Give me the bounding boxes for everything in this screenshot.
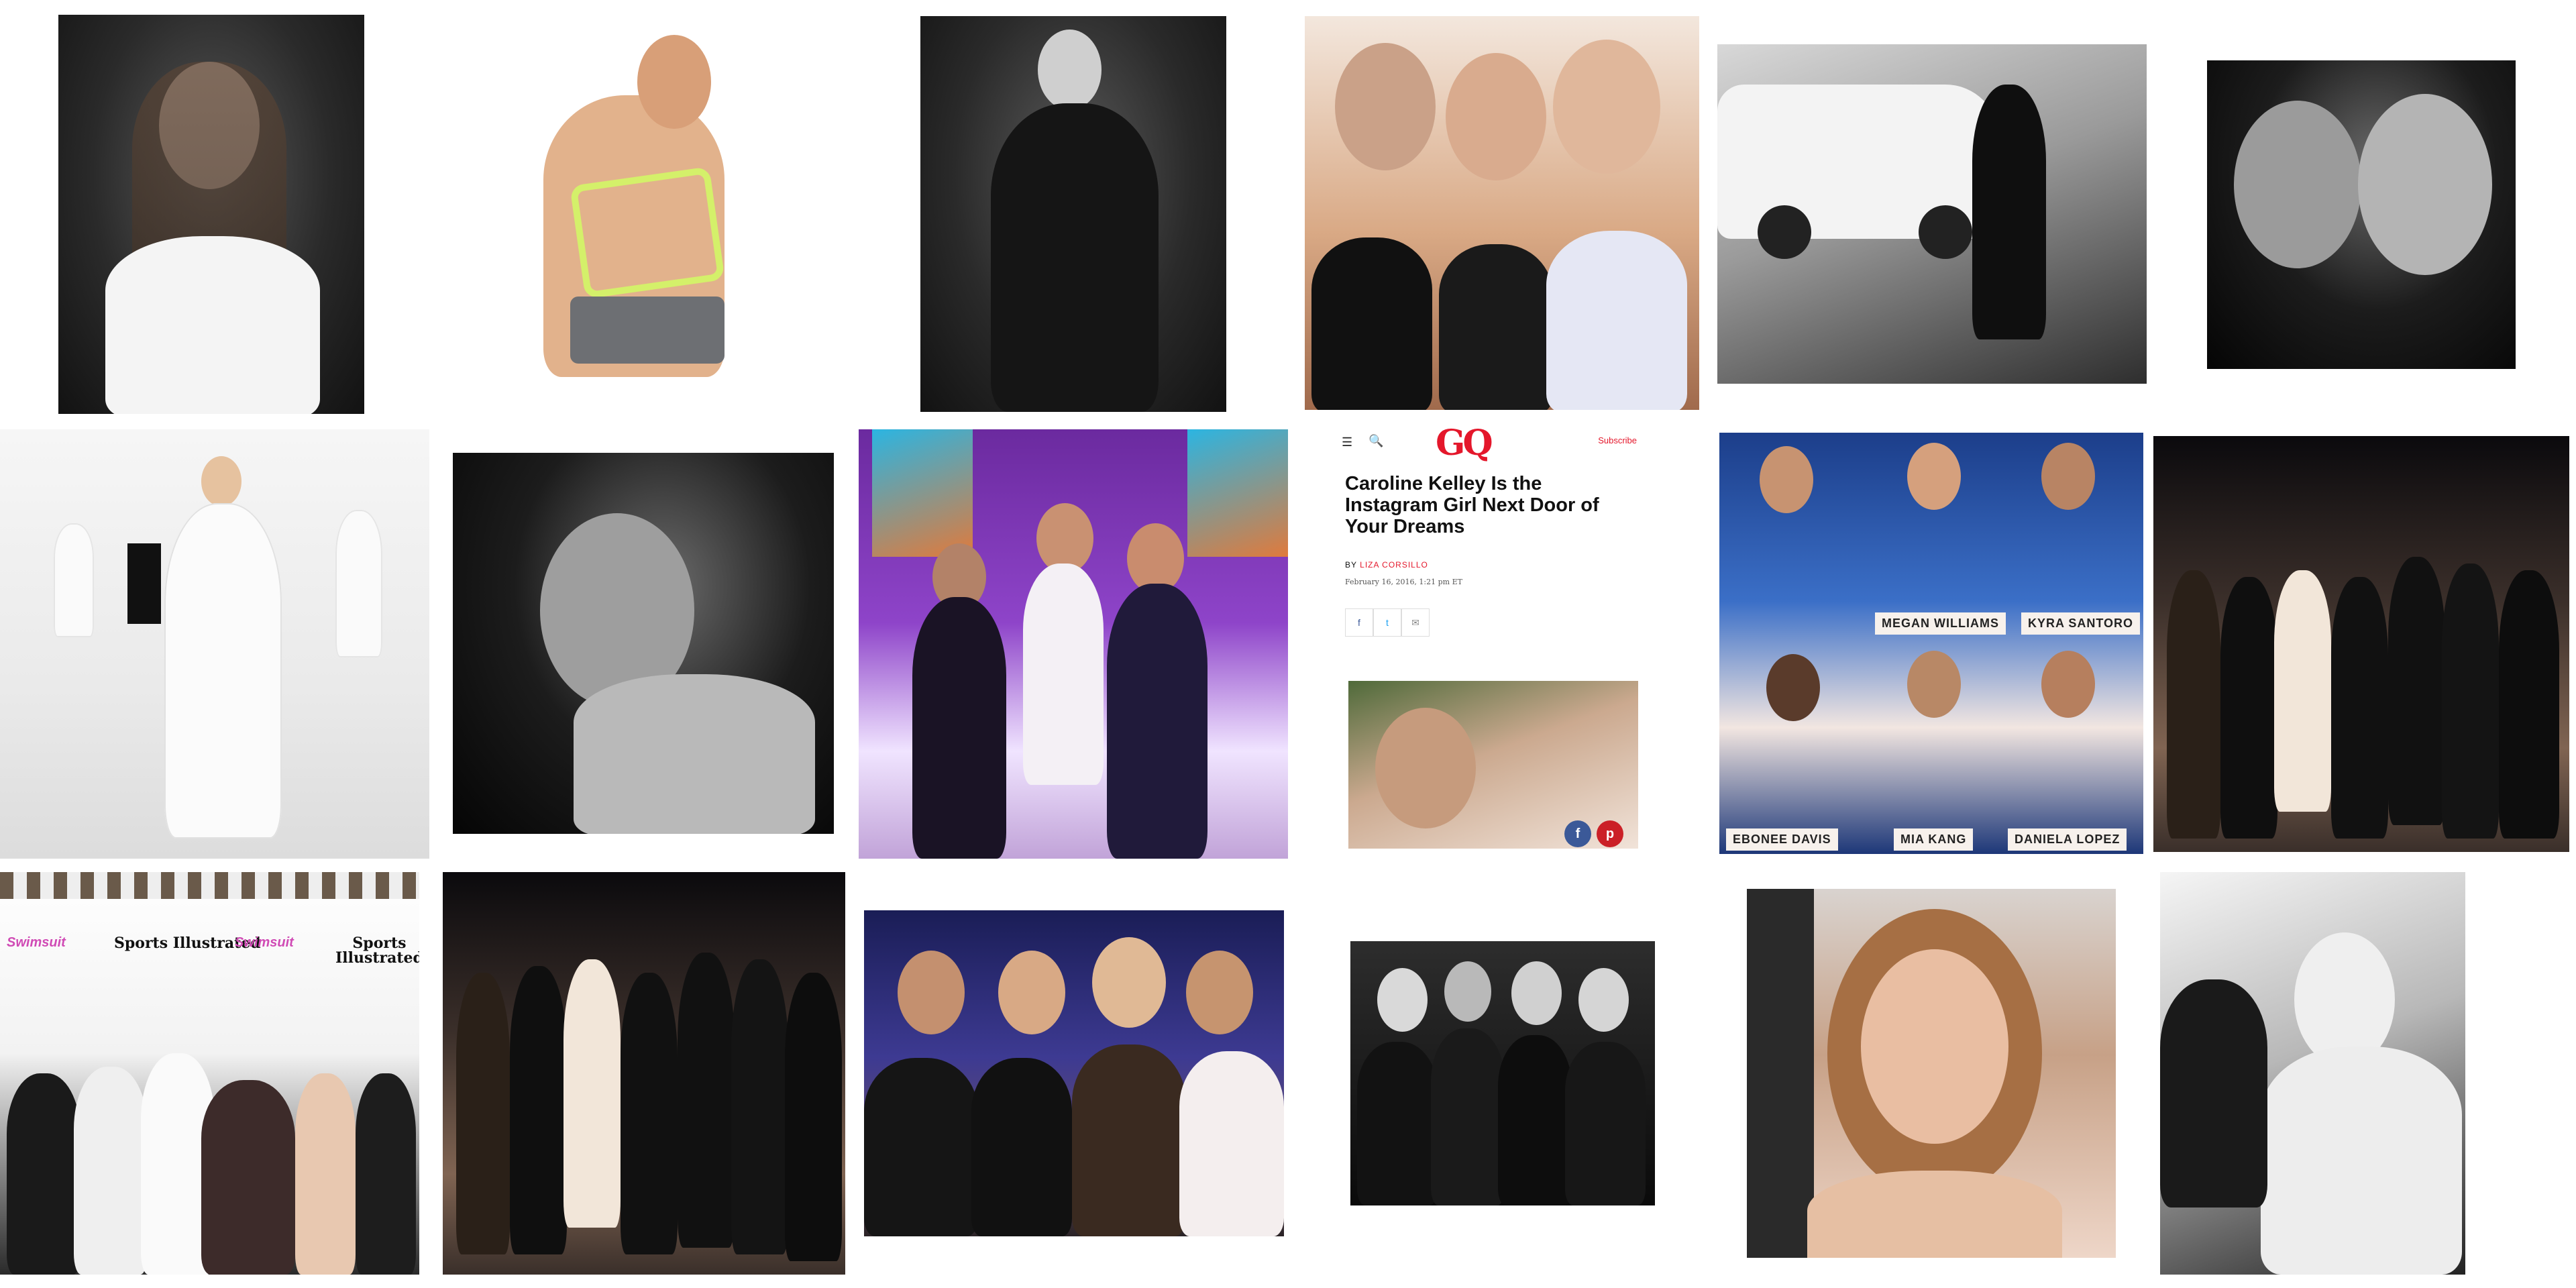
backdrop-logo: Swimsuit (7, 935, 66, 950)
signing-event-collage: MEGAN WILLIAMS KYRA SANTORO EBONEE DAVIS… (1719, 433, 2143, 854)
image-tile-2[interactable] (483, 15, 785, 415)
bw-group-photo (1350, 941, 1655, 1205)
name-plate: MEGAN WILLIAMS (1875, 612, 2006, 635)
group-lounge-photo (443, 872, 845, 1275)
search-icon[interactable]: 🔍 (1368, 434, 1383, 448)
twitter-share-icon[interactable]: t (1373, 608, 1401, 637)
sports-bra-photo (483, 15, 785, 415)
facebook-icon[interactable]: f (1564, 820, 1591, 847)
image-tile-14[interactable] (864, 910, 1284, 1236)
image-tile-8[interactable] (453, 453, 834, 834)
article-date: February 16, 2016, 1:21 pm ET (1345, 578, 1462, 586)
makeup-bw-photo (2160, 872, 2465, 1275)
byline-prefix: BY (1345, 560, 1357, 570)
three-women-photo (1305, 16, 1699, 410)
selfie-portrait-photo (1747, 889, 2116, 1258)
email-share-icon[interactable]: ✉ (1401, 608, 1430, 637)
subscribe-link[interactable]: Subscribe (1598, 435, 1637, 445)
image-tile-3[interactable] (920, 16, 1226, 412)
name-plate: DANIELA LOPEZ (2008, 828, 2127, 851)
name-plate: MIA KANG (1894, 828, 1974, 851)
white-suit-photo (0, 429, 429, 859)
portrait-photo (58, 15, 364, 414)
facebook-share-icon[interactable]: f (1345, 608, 1373, 637)
image-tile-7[interactable] (0, 429, 429, 859)
taxi-street-photo (1717, 44, 2147, 384)
sports-illustrated-press-photo: Swimsuit Sports Illustrated Swimsuit Spo… (0, 872, 419, 1275)
image-tile-17[interactable] (2160, 872, 2465, 1275)
image-tile-11[interactable] (2153, 436, 2569, 852)
image-tile-15[interactable] (1350, 941, 1655, 1205)
image-tile-5[interactable] (1717, 44, 2147, 384)
image-tile-16[interactable] (1747, 889, 2116, 1258)
four-women-night-photo (864, 910, 1284, 1236)
backdrop-logo: Swimsuit (235, 935, 294, 950)
article-byline: BY LIZA CORSILLO (1345, 560, 1428, 570)
name-plate: KYRA SANTORO (2021, 612, 2141, 635)
image-tile-6[interactable] (2207, 60, 2516, 369)
gallery-three-women-photo (859, 429, 1288, 859)
image-tile-10[interactable]: MEGAN WILLIAMS KYRA SANTORO EBONEE DAVIS… (1719, 433, 2143, 854)
article-hero-photo: f p (1348, 681, 1638, 849)
two-women-selfie-photo (2207, 60, 2516, 369)
gq-article-tile[interactable]: ☰ 🔍 GQ Subscribe Caroline Kelley Is the … (1328, 419, 1657, 859)
gq-article: ☰ 🔍 GQ Subscribe Caroline Kelley Is the … (1328, 419, 1657, 859)
image-tile-9[interactable] (859, 429, 1288, 859)
image-tile-13[interactable] (443, 872, 845, 1275)
group-bar-photo (2153, 436, 2569, 852)
gq-logo[interactable]: GQ (1436, 423, 1493, 464)
image-tile-1[interactable] (58, 15, 364, 414)
menu-icon[interactable]: ☰ (1342, 435, 1352, 449)
gq-header: ☰ 🔍 GQ Subscribe (1328, 419, 1657, 466)
share-buttons: f t ✉ (1345, 608, 1430, 637)
author-link[interactable]: LIZA CORSILLO (1360, 560, 1428, 570)
backdrop-logo: Sports Illustrated (335, 934, 419, 967)
image-tile-4[interactable] (1305, 16, 1699, 410)
bw-portrait-photo (453, 453, 834, 834)
name-plate: EBONEE DAVIS (1726, 828, 1838, 851)
article-title: Caroline Kelley Is the Instagram Girl Ne… (1345, 473, 1599, 537)
black-outfit-photo (920, 16, 1226, 412)
pinterest-icon[interactable]: p (1597, 820, 1623, 847)
image-tile-12[interactable]: Swimsuit Sports Illustrated Swimsuit Spo… (0, 872, 419, 1275)
